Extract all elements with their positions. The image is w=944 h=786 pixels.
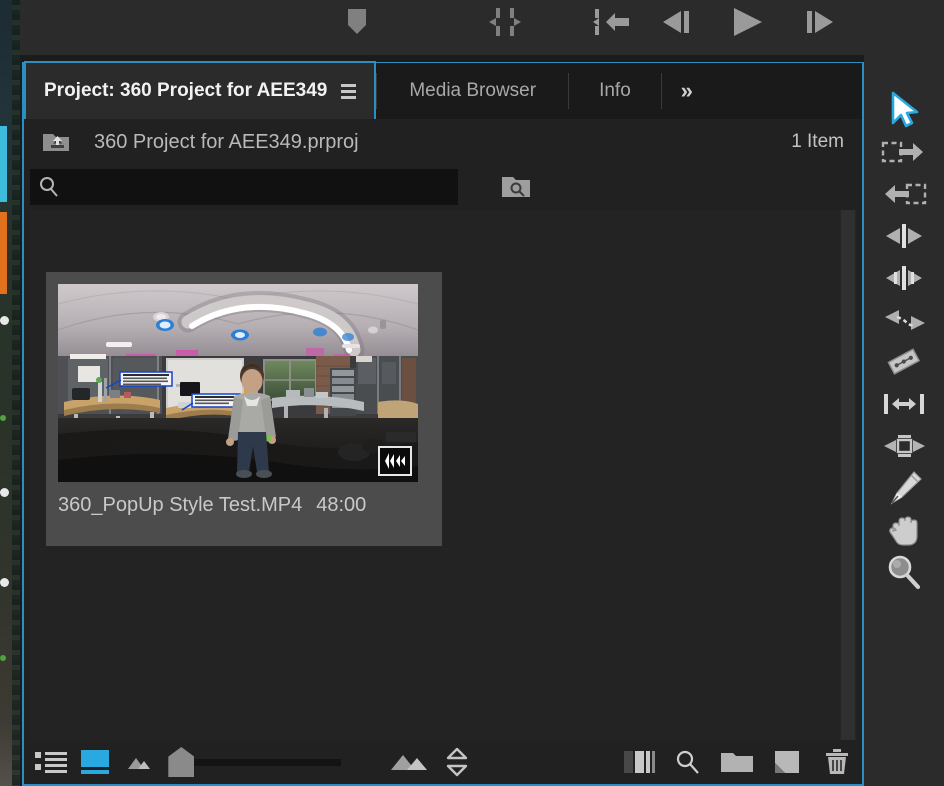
clip-thumbnail[interactable] <box>58 284 418 482</box>
search-icon <box>38 176 60 203</box>
zoom-tool-icon[interactable] <box>876 555 932 590</box>
panel-tab-strip: Project: 360 Project for AEE349 Media Br… <box>24 61 862 119</box>
ripple-edit-tool-icon[interactable] <box>876 219 932 253</box>
tab-info-label: Info <box>599 80 631 101</box>
parent-folder-icon[interactable] <box>42 130 72 154</box>
track-select-forward-tool-icon[interactable] <box>876 135 932 169</box>
rolling-edit-tool-icon[interactable] <box>876 261 932 295</box>
clip-marker-orange <box>0 212 7 294</box>
track-select-backward-tool-icon[interactable] <box>876 177 932 211</box>
list-item[interactable]: 360_PopUp Style Test.MP4 48:00 <box>46 272 442 546</box>
clip-label: 360_PopUp Style Test.MP4 48:00 <box>58 494 430 517</box>
new-item-icon[interactable] <box>762 742 812 782</box>
highlight-dot <box>0 488 9 497</box>
project-file-name: 360 Project for AEE349.prproj <box>94 130 359 153</box>
tab-project-label: Project: 360 Project for AEE349 <box>44 80 328 101</box>
hand-tool-icon[interactable] <box>876 513 932 547</box>
thumbnail-image <box>58 284 418 482</box>
tab-overflow-icon[interactable]: » <box>662 63 712 119</box>
pen-tool-icon[interactable] <box>876 471 932 505</box>
highlight-dot <box>0 578 9 587</box>
project-content-area[interactable]: 360_PopUp Style Test.MP4 48:00 <box>30 210 856 740</box>
item-count-label: 1 Item <box>791 131 844 152</box>
search-input[interactable] <box>64 178 458 196</box>
project-panel: Project: 360 Project for AEE349 Media Br… <box>22 61 864 786</box>
breadcrumb: 360 Project for AEE349.prproj 1 Item <box>24 119 862 165</box>
go-to-in-icon[interactable] <box>584 6 640 38</box>
new-bin-icon[interactable] <box>712 742 762 782</box>
sort-icon-view-icon[interactable] <box>435 742 479 782</box>
filmstrip-texture <box>12 0 20 786</box>
tools-panel <box>864 55 944 786</box>
tab-project[interactable]: Project: 360 Project for AEE349 <box>24 61 377 119</box>
clip-marker-cyan <box>0 126 7 202</box>
slider-track[interactable] <box>192 759 341 766</box>
step-back-icon[interactable] <box>652 6 702 38</box>
add-marker-icon[interactable] <box>335 6 379 38</box>
thumbnail-size-slider[interactable] <box>168 747 341 777</box>
project-panel-toolbar <box>24 740 862 784</box>
delete-icon[interactable] <box>812 742 862 782</box>
find-bin-icon[interactable] <box>500 172 534 202</box>
icon-view-icon[interactable] <box>74 742 116 782</box>
rate-stretch-tool-icon[interactable] <box>876 303 932 337</box>
freeform-view-icon[interactable] <box>116 742 162 782</box>
columns-icon[interactable] <box>615 742 665 782</box>
list-view-icon[interactable] <box>30 742 74 782</box>
highlight-dot <box>0 316 9 325</box>
scrollbar-thumb[interactable] <box>841 210 855 740</box>
vertical-scrollbar[interactable] <box>840 210 856 740</box>
automate-to-sequence-icon[interactable] <box>381 742 435 782</box>
razor-tool-icon[interactable] <box>876 345 932 379</box>
panel-menu-icon[interactable] <box>341 83 357 99</box>
source-monitor-edge[interactable] <box>0 0 20 786</box>
clip-duration: 48:00 <box>316 494 367 516</box>
selection-tool-icon[interactable] <box>876 91 932 128</box>
tab-media-browser-label: Media Browser <box>409 80 537 101</box>
highlight-dot-green <box>0 415 6 421</box>
find-icon[interactable] <box>665 742 713 782</box>
tab-media-browser[interactable]: Media Browser <box>377 63 568 119</box>
search-row <box>24 165 862 209</box>
search-field-container[interactable] <box>30 169 458 205</box>
premiere-pro-window: Project: 360 Project for AEE349 Media Br… <box>0 0 944 786</box>
clip-name: 360_PopUp Style Test.MP4 <box>58 494 303 516</box>
mark-out-icon[interactable] <box>494 6 538 38</box>
play-stop-icon[interactable] <box>722 6 772 38</box>
slide-tool-icon[interactable] <box>876 429 932 463</box>
audio-waveform-icon <box>378 446 412 476</box>
tab-info[interactable]: Info <box>569 63 661 119</box>
tools-panel-top-filler <box>864 0 944 55</box>
step-forward-icon[interactable] <box>794 6 844 38</box>
transport-toolbar <box>20 0 944 55</box>
highlight-dot-green <box>0 655 6 661</box>
slider-knob[interactable] <box>168 747 195 777</box>
slip-tool-icon[interactable] <box>876 387 932 421</box>
